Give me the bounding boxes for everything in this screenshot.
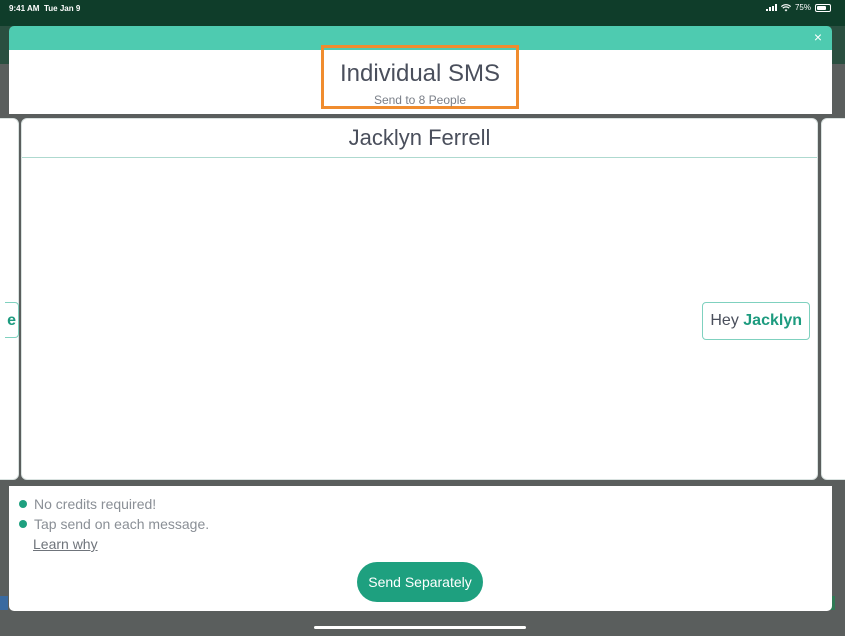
highlighted-title-box: Individual SMS Send to 8 People (321, 45, 519, 109)
status-bar: 9:41 AM Tue Jan 9 75% (0, 0, 845, 26)
info-item: Tap send on each message. (19, 516, 209, 532)
next-message-card[interactable] (821, 118, 845, 480)
status-time: 9:41 AM (9, 4, 40, 13)
recipient-name: Jacklyn Ferrell (22, 119, 817, 158)
battery-icon (815, 3, 831, 12)
status-date: Tue Jan 9 (44, 4, 81, 13)
modal-title: Individual SMS (339, 60, 501, 87)
previous-message-bubble: e (5, 302, 19, 338)
home-indicator[interactable] (314, 626, 526, 629)
footer-panel: No credits required! Tap send on each me… (9, 486, 832, 611)
battery-percent: 75% (794, 3, 811, 12)
message-bubble: Hey Jacklyn (702, 302, 810, 340)
signal-icon (765, 4, 777, 11)
previous-message-card[interactable]: e (0, 118, 19, 480)
bullet-dot-icon (19, 500, 27, 508)
info-item: No credits required! (19, 496, 156, 512)
send-separately-button[interactable]: Send Separately (357, 562, 483, 602)
modal-subtitle: Send to 8 People (373, 93, 467, 107)
close-icon[interactable]: × (810, 29, 826, 45)
bullet-dot-icon (19, 520, 27, 528)
learn-why-link[interactable]: Learn why (33, 536, 98, 552)
background-app-tab (0, 596, 8, 610)
info-text: No credits required! (34, 496, 157, 512)
wifi-icon (780, 3, 791, 11)
message-greeting: Hey (710, 312, 739, 329)
status-indicators: 75% (765, 3, 831, 12)
message-carousel[interactable]: e Jacklyn Ferrell Hey Jacklyn (0, 114, 845, 486)
current-message-card[interactable]: Jacklyn Ferrell Hey Jacklyn (21, 118, 818, 480)
info-text: Tap send on each message. (34, 516, 210, 532)
message-recipient-name: Jacklyn (743, 312, 802, 329)
